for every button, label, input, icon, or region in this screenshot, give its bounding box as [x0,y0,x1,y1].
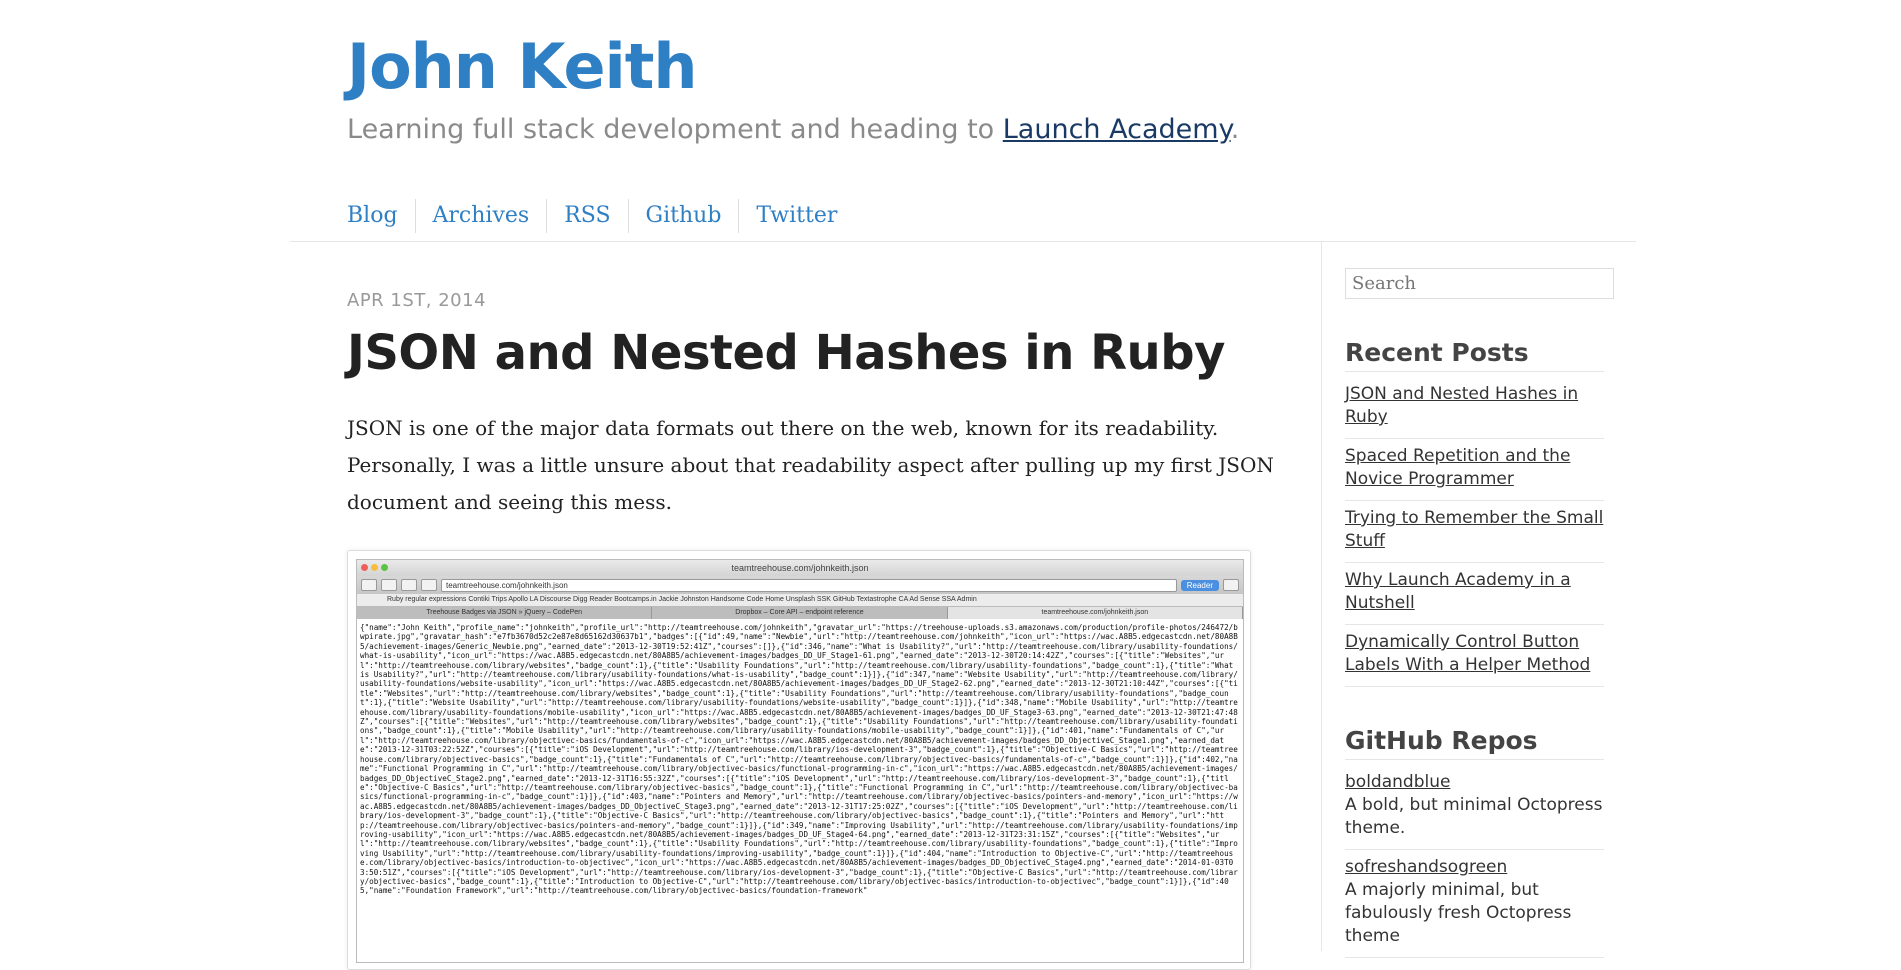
list-item: Why Launch Academy in a Nutshell [1345,563,1604,625]
page: John Keith Learning full stack developme… [290,0,1636,970]
tagline-suffix: . [1230,114,1240,145]
nav-item-rss[interactable]: RSS [546,199,627,233]
recent-posts-heading: Recent Posts [1345,338,1604,372]
nav-divider [290,241,1636,242]
nav-item-archives[interactable]: Archives [414,199,547,233]
nav-item-blog[interactable]: Blog [347,199,415,233]
recent-post-link[interactable]: Trying to Remember the Small Stuff [1345,508,1603,551]
post-title[interactable]: JSON and Nested Hashes in Ruby [347,325,1225,381]
recent-post-link[interactable]: Why Launch Academy in a Nutshell [1345,570,1571,613]
browser-tab: Treehouse Badges via JSON » jQuery – Cod… [357,607,653,619]
post-body: JSON is one of the major data formats ou… [347,416,1274,514]
recent-post-link[interactable]: Spaced Repetition and the Novice Program… [1345,446,1570,489]
nav-item-twitter[interactable]: Twitter [738,199,854,233]
browser-tab-active: teamtreehouse.com/johnkeith.json [947,607,1243,619]
browser-tabs: Treehouse Badges via JSON » jQuery – Cod… [357,607,1243,619]
cloud-icon [381,579,397,591]
launch-academy-link[interactable]: Launch Academy [1003,114,1231,145]
window-controls [361,564,388,571]
list-item: Spaced Repetition and the Novice Program… [1345,439,1604,501]
browser-tab: Dropbox – Core API – endpoint reference [652,607,948,619]
recent-post-link[interactable]: Dynamically Control Button Labels With a… [1345,632,1590,675]
repo-link[interactable]: boldandblue [1345,772,1450,792]
share-icon [401,579,417,591]
browser-window-title: teamtreehouse.com/johnkeith.json [731,563,869,573]
list-item: sofreshandsogreen A majorly minimal, but… [1345,850,1604,958]
site-title[interactable]: John Keith [347,36,698,98]
repo-link[interactable]: sofreshandsogreen [1345,857,1507,877]
add-icon [421,579,437,591]
tagline-text: Learning full stack development and head… [347,114,1003,145]
raw-json-text: {"name":"John Keith","profile_name":"joh… [360,623,1238,896]
zoom-dot-icon [381,564,388,571]
back-forward-icon [361,579,377,591]
browser-window: teamtreehouse.com/johnkeith.json teamtre… [356,559,1244,963]
github-repos-heading: GitHub Repos [1345,726,1604,760]
github-repos-list: boldandblue A bold, but minimal Octopres… [1345,765,1604,958]
recent-posts-list: JSON and Nested Hashes in Ruby Spaced Re… [1345,377,1604,687]
close-dot-icon [361,564,368,571]
reader-button: Reader [1180,579,1219,591]
browser-titlebar: teamtreehouse.com/johnkeith.json [357,560,1243,576]
sidebar-divider [1321,241,1322,951]
minimize-dot-icon [371,564,378,571]
nav-item-github[interactable]: Github [627,199,739,233]
tagline: Learning full stack development and head… [347,114,1239,145]
list-item: JSON and Nested Hashes in Ruby [1345,377,1604,439]
list-item: Trying to Remember the Small Stuff [1345,501,1604,563]
list-item: Dynamically Control Button Labels With a… [1345,625,1604,687]
main-nav: Blog Archives RSS Github Twitter [347,196,854,236]
post-date: APR 1ST, 2014 [347,290,487,311]
download-icon [1223,579,1239,591]
browser-url: teamtreehouse.com/johnkeith.json [441,578,1177,592]
repo-description: A majorly minimal, but fabulously fresh … [1345,880,1572,946]
repo-description: A bold, but minimal Octopress theme. [1345,795,1603,838]
browser-toolbar: teamtreehouse.com/johnkeith.json Reader [357,576,1243,594]
bookmarks-bar: Ruby regular expressions Contiki Trips A… [357,594,1243,607]
list-item: boldandblue A bold, but minimal Octopres… [1345,765,1604,850]
json-screenshot: teamtreehouse.com/johnkeith.json teamtre… [347,550,1251,970]
recent-post-link[interactable]: JSON and Nested Hashes in Ruby [1345,384,1578,427]
search-input[interactable] [1345,268,1614,299]
